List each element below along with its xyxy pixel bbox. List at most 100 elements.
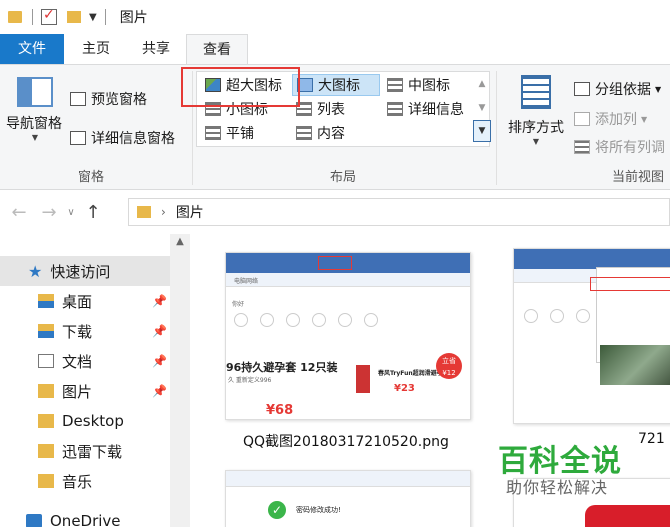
up-arrow-icon[interactable]: ↑: [78, 202, 108, 223]
nav-pane-scrollbar[interactable]: ▲: [170, 234, 190, 527]
nav-documents[interactable]: 文档 📌: [0, 346, 170, 376]
chevron-right-icon[interactable]: ›: [161, 205, 166, 219]
nav-item-label: 迅雷下载: [62, 442, 123, 461]
nav-music[interactable]: 音乐: [0, 466, 170, 496]
layout-medium-icons[interactable]: 中图标: [383, 74, 473, 96]
details-pane-button[interactable]: 详细信息窗格: [70, 128, 175, 148]
thumb-price-2: ¥23: [394, 383, 415, 394]
file-thumbnail[interactable]: [513, 248, 670, 424]
layout-item-label: 中图标: [408, 78, 450, 94]
circle-icon: [286, 313, 300, 327]
layout-small-icons[interactable]: 小图标: [201, 98, 291, 120]
small-icons-icon: [205, 102, 221, 116]
address-path[interactable]: › 图片: [128, 198, 670, 226]
group-by-button[interactable]: 分组依据 ▼: [574, 79, 661, 99]
nav-item-label: 音乐: [62, 472, 93, 491]
more-layouts-icon[interactable]: ▼: [473, 120, 491, 142]
nav-desktop[interactable]: 桌面 📌: [0, 286, 170, 316]
content-icon: [296, 126, 312, 140]
layout-large-icons[interactable]: 大图标: [292, 74, 380, 96]
thumb-subbar: [226, 273, 470, 287]
layout-details[interactable]: 详细信息: [383, 98, 473, 120]
layout-item-label: 小图标: [226, 102, 268, 118]
file-thumbnail[interactable]: 电脑网络 你好 96持久避孕套 12只装 久 重新定义996 ¥68 春风Try…: [225, 252, 471, 420]
star-icon: ★: [28, 261, 43, 281]
thumb-photo: [600, 345, 670, 385]
chevron-down-icon: ▼: [655, 84, 662, 94]
chevron-up-icon[interactable]: ▲: [473, 72, 491, 96]
thumb-greeting: 你好: [232, 301, 245, 308]
extra-large-icons-icon: [205, 78, 221, 92]
chevron-down-icon[interactable]: ▼: [473, 96, 491, 120]
circle-icon: [234, 313, 248, 327]
chevron-down-icon: ▼: [641, 114, 648, 124]
nav-pictures[interactable]: 图片 📌: [0, 376, 170, 406]
circle-icon: [364, 313, 378, 327]
layout-list[interactable]: 列表: [292, 98, 380, 120]
properties-icon[interactable]: [41, 7, 57, 25]
forward-arrow-icon[interactable]: →: [34, 202, 64, 223]
layout-extra-large-icons[interactable]: 超大图标: [201, 74, 291, 96]
layout-tiles[interactable]: 平铺: [201, 122, 291, 144]
tab-share[interactable]: 共享: [126, 34, 186, 64]
thumb-icons: [234, 313, 378, 327]
navigation-pane: ★ 快速访问 桌面 📌 下载 📌 文档 📌 图片 📌 Desktop 迅雷下载 …: [0, 234, 190, 527]
preview-pane-button[interactable]: 预览窗格: [70, 89, 147, 109]
chevron-up-icon[interactable]: ▲: [170, 236, 190, 247]
fit-columns-button[interactable]: 将所有列调: [574, 137, 665, 157]
circle-icon: [576, 309, 590, 323]
nav-xunlei-downloads[interactable]: 迅雷下载: [0, 436, 170, 466]
downloads-folder-icon: [38, 324, 54, 338]
tab-home[interactable]: 主页: [64, 34, 126, 64]
add-column-button[interactable]: 添加列 ▼: [574, 109, 647, 129]
nav-item-label: 文档: [62, 352, 93, 371]
thumb-badge: 立省 ¥12: [436, 353, 462, 379]
thumb-message: 密码修改成功!: [296, 506, 341, 514]
pin-icon[interactable]: 📌: [152, 294, 167, 308]
group-by-icon: [574, 82, 590, 96]
panes-group-label: 窗格: [78, 170, 105, 185]
add-column-icon: [574, 112, 590, 126]
large-icons-icon: [297, 78, 313, 92]
thumb-header: [514, 249, 670, 269]
thumb-price: ¥68: [266, 403, 294, 418]
fit-columns-icon: [574, 140, 590, 154]
recent-locations-icon[interactable]: ∨: [64, 207, 78, 218]
file-name[interactable]: QQ截图20180317210520.png: [243, 431, 449, 451]
breadcrumb-pictures[interactable]: 图片: [176, 202, 204, 222]
nav-quick-access[interactable]: ★ 快速访问: [0, 256, 170, 286]
nav-desktop-folder[interactable]: Desktop: [0, 406, 170, 436]
layout-item-label: 列表: [317, 102, 345, 118]
pin-icon[interactable]: 📌: [152, 324, 167, 338]
sort-icon: [521, 75, 551, 109]
file-thumbnail[interactable]: ✓ 密码修改成功!: [225, 470, 471, 527]
nav-downloads[interactable]: 下载 📌: [0, 316, 170, 346]
pin-icon[interactable]: 📌: [152, 384, 167, 398]
sort-by-button[interactable]: 排序方式 ▼: [504, 75, 568, 146]
details-pane-label: 详细信息窗格: [91, 131, 175, 147]
current-view-group-label: 当前视图: [612, 170, 665, 185]
preview-pane-label: 预览窗格: [91, 92, 147, 108]
chevron-down-icon: ▼: [31, 133, 39, 142]
folder-icon: [137, 206, 151, 218]
thumb-icons: [524, 309, 590, 323]
menu-line: [597, 308, 670, 318]
back-arrow-icon[interactable]: ←: [4, 202, 34, 223]
layout-content[interactable]: 内容: [292, 122, 380, 144]
group-by-label: 分组依据: [595, 82, 651, 98]
details-pane-icon: [70, 131, 86, 145]
quick-access-dropdown-icon[interactable]: ▼: [89, 12, 97, 23]
nav-pane-button[interactable]: 导航窗格 ▼: [4, 77, 66, 142]
tab-file[interactable]: 文件: [0, 34, 64, 64]
address-bar: ← → ∨ ↑ › 图片: [0, 190, 670, 234]
tab-view[interactable]: 查看: [186, 34, 248, 64]
layout-item-label: 详细信息: [408, 102, 464, 118]
nav-item-label: Desktop: [62, 412, 124, 430]
documents-folder-icon: [38, 354, 54, 368]
file-name[interactable]: 721: [638, 431, 665, 447]
folder-icon: [38, 414, 54, 428]
new-folder-icon[interactable]: [67, 11, 81, 23]
pin-icon[interactable]: 📌: [152, 354, 167, 368]
nav-onedrive[interactable]: OneDrive: [0, 506, 170, 527]
divider: [496, 71, 497, 185]
